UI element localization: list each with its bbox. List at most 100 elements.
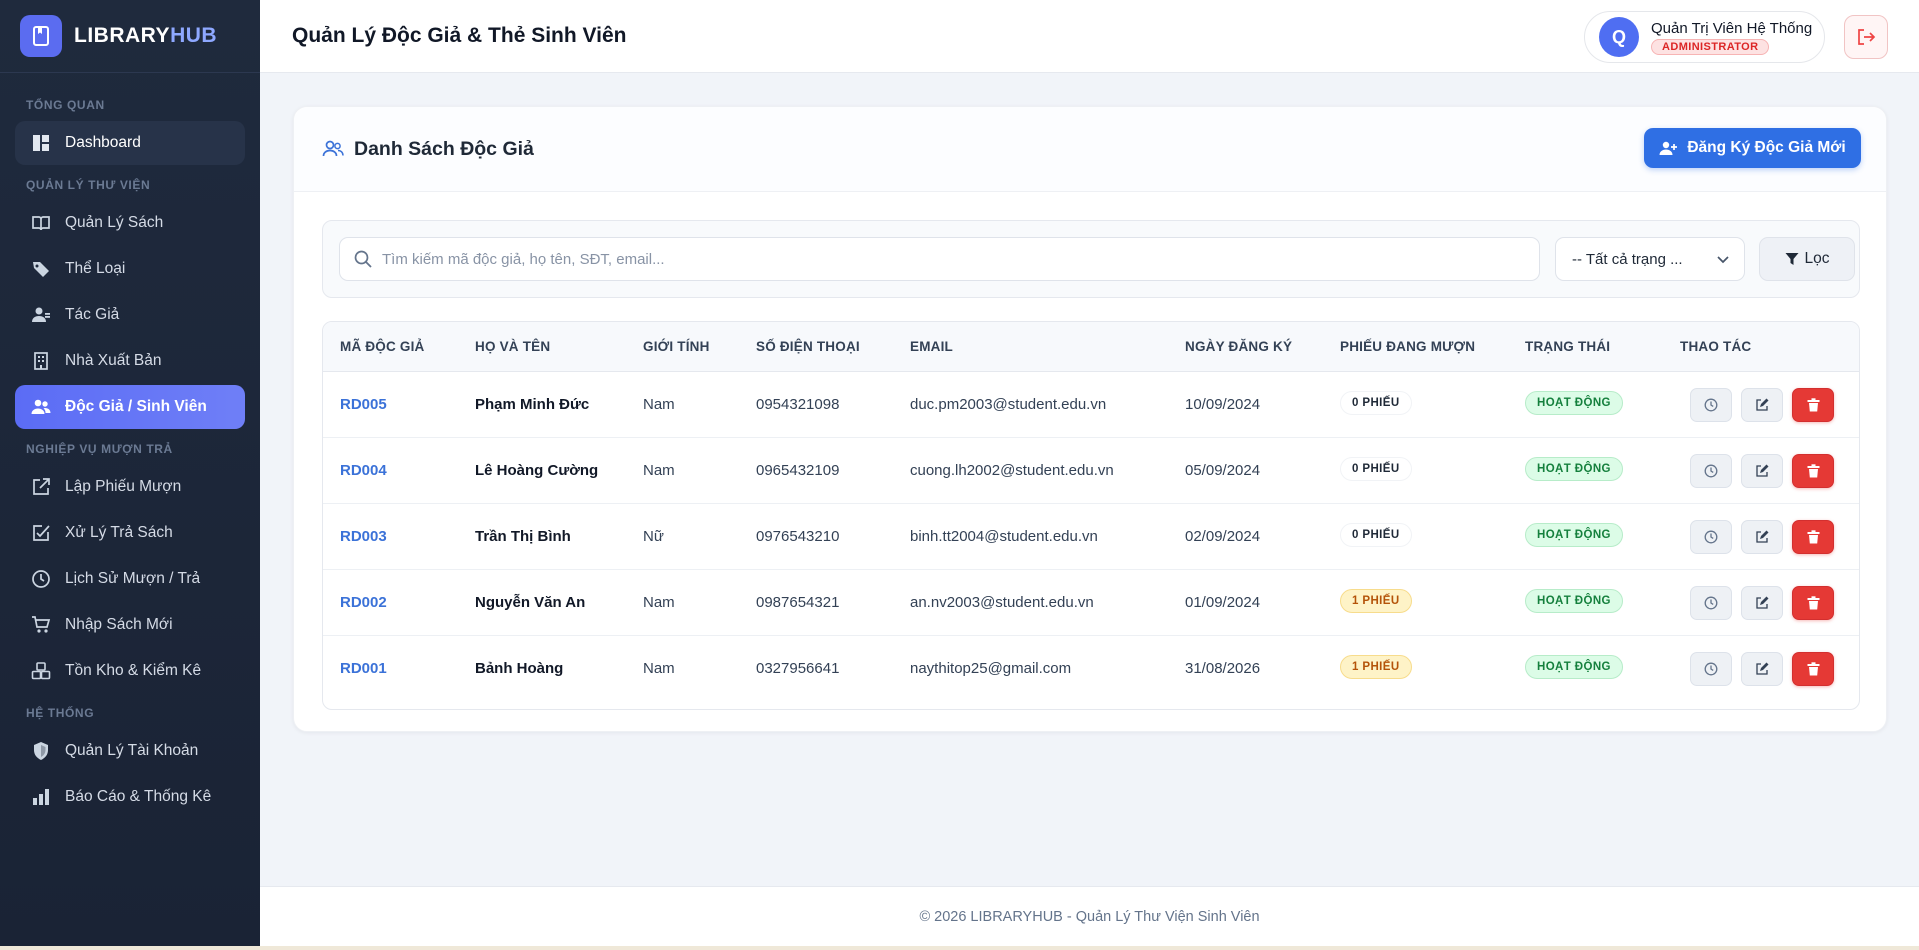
trash-icon	[1807, 398, 1819, 412]
column-header[interactable]: GIỚI TÍNH	[643, 339, 710, 354]
reader-phone: 0965432109	[756, 462, 840, 479]
user-profile[interactable]: Q Quản Trị Viên Hệ Thống ADMINISTRATOR	[1584, 11, 1825, 63]
table-header: MÃ ĐỘC GIẢ HỌ VÀ TÊN GIỚI TÍNH SỐ ĐIỆN T…	[323, 322, 1859, 372]
reader-gender: Nữ	[643, 528, 664, 545]
logout-icon	[1858, 29, 1876, 45]
users-icon	[31, 399, 51, 414]
column-header[interactable]: HỌ VÀ TÊN	[475, 339, 550, 354]
sidebar-item-inventory[interactable]: Tồn Kho & Kiểm Kê	[15, 649, 245, 693]
trash-icon	[1807, 662, 1819, 676]
column-header[interactable]: SỐ ĐIỆN THOẠI	[756, 339, 860, 354]
sidebar-item-label: Lập Phiếu Mượn	[65, 478, 182, 495]
sidebar-item-accounts[interactable]: Quản Lý Tài Khoản	[15, 729, 245, 773]
edit-button[interactable]	[1741, 652, 1783, 686]
edit-button[interactable]	[1741, 520, 1783, 554]
search-input[interactable]	[382, 250, 1482, 268]
user-info: Quản Trị Viên Hệ Thống ADMINISTRATOR	[1651, 20, 1812, 55]
sidebar-item-label: Tác Giả	[65, 306, 120, 323]
history-button[interactable]	[1690, 652, 1732, 686]
user-name: Quản Trị Viên Hệ Thống	[1651, 19, 1813, 37]
sidebar-item-label: Nhà Xuất Bản	[65, 352, 162, 369]
edit-icon	[1756, 596, 1769, 609]
table-row: RD003 Trần Thị Bình Nữ 0976543210 binh.t…	[323, 504, 1859, 570]
reader-gender: Nam	[643, 396, 675, 413]
column-header[interactable]: TRẠNG THÁI	[1525, 339, 1610, 354]
reader-email: naythitop25@gmail.com	[910, 660, 1072, 677]
sidebar-item-returns[interactable]: Xử Lý Trả Sách	[15, 511, 245, 555]
delete-button[interactable]	[1792, 520, 1834, 554]
history-button[interactable]	[1690, 520, 1732, 554]
funnel-icon	[1785, 253, 1798, 265]
sidebar-item-label: Quản Lý Tài Khoản	[65, 742, 199, 759]
sidebar-item-history[interactable]: Lịch Sử Mượn / Trả	[15, 557, 245, 601]
filter-button-label: Lọc	[1804, 250, 1830, 267]
sidebar-item-reports[interactable]: Báo Cáo & Thống Kê	[15, 775, 245, 819]
readers-table: MÃ ĐỘC GIẢ HỌ VÀ TÊN GIỚI TÍNH SỐ ĐIỆN T…	[322, 321, 1860, 710]
loan-count-badge: 0 PHIẾU	[1340, 391, 1412, 415]
edit-button[interactable]	[1741, 388, 1783, 422]
window-bottom-edge	[0, 946, 1919, 950]
reader-registered-date: 31/08/2026	[1185, 660, 1261, 677]
brand[interactable]: LIBRARYHUB	[0, 0, 260, 73]
reader-code-link[interactable]: RD002	[340, 594, 387, 611]
sidebar-item-readers[interactable]: Độc Giả / Sinh Viên	[15, 385, 245, 429]
book-open-icon	[32, 216, 50, 231]
reader-code-link[interactable]: RD004	[340, 462, 387, 479]
sidebar-item-categories[interactable]: Thể Loại	[15, 247, 245, 291]
reader-registered-date: 10/09/2024	[1185, 396, 1261, 413]
column-header[interactable]: PHIẾU ĐANG MƯỢN	[1340, 339, 1475, 354]
reader-name: Trần Thị Bình	[475, 528, 571, 545]
clock-icon	[1704, 662, 1718, 676]
reader-code-link[interactable]: RD003	[340, 528, 387, 545]
sidebar-item-create-loan[interactable]: Lập Phiếu Mượn	[15, 465, 245, 509]
reader-email: duc.pm2003@student.edu.vn	[910, 396, 1107, 413]
sidebar-item-import-books[interactable]: Nhập Sách Mới	[15, 603, 245, 647]
reader-code-link[interactable]: RD005	[340, 396, 387, 413]
reader-gender: Nam	[643, 660, 675, 677]
add-reader-button[interactable]: Đăng Ký Độc Giả Mới	[1644, 128, 1861, 168]
edit-icon	[1756, 530, 1769, 543]
boxes-icon	[31, 662, 51, 680]
reader-phone: 0327956641	[756, 660, 840, 677]
reader-email: an.nv2003@student.edu.vn	[910, 594, 1094, 611]
card-title: Danh Sách Độc Giả	[354, 137, 534, 160]
user-tie-icon	[32, 307, 50, 322]
reader-name: Phạm Minh Đức	[475, 396, 590, 413]
history-button[interactable]	[1690, 586, 1732, 620]
delete-button[interactable]	[1792, 388, 1834, 422]
sidebar-item-dashboard[interactable]: Dashboard	[15, 121, 245, 165]
clock-icon	[32, 570, 50, 588]
column-header[interactable]: EMAIL	[910, 339, 953, 354]
history-button[interactable]	[1690, 388, 1732, 422]
clock-icon	[1704, 464, 1718, 478]
column-header[interactable]: MÃ ĐỘC GIẢ	[340, 339, 425, 354]
edit-button[interactable]	[1741, 586, 1783, 620]
reader-code-link[interactable]: RD001	[340, 660, 387, 677]
footer-copyright: © 2026 LIBRARYHUB - Quản Lý Thư Viện Sin…	[919, 908, 1260, 925]
loan-count-badge: 1 PHIẾU	[1340, 589, 1412, 613]
sidebar-item-publishers[interactable]: Nhà Xuất Bản	[15, 339, 245, 383]
filter-button[interactable]: Lọc	[1759, 237, 1855, 281]
sidebar-item-authors[interactable]: Tác Giả	[15, 293, 245, 337]
tag-icon	[33, 262, 49, 277]
table-row: RD005 Phạm Minh Đức Nam 0954321098 duc.p…	[323, 372, 1859, 438]
column-header[interactable]: NGÀY ĐĂNG KÝ	[1185, 339, 1292, 354]
sidebar-item-label: Dashboard	[65, 134, 141, 151]
loan-count-badge: 1 PHIẾU	[1340, 655, 1412, 679]
nav-section-borrowing: NGHIỆP VỤ MƯỢN TRẢ	[26, 442, 173, 456]
logout-button[interactable]	[1844, 15, 1888, 59]
sidebar-item-books[interactable]: Quản Lý Sách	[15, 201, 245, 245]
search-box[interactable]	[339, 237, 1540, 281]
history-button[interactable]	[1690, 454, 1732, 488]
edit-button[interactable]	[1741, 454, 1783, 488]
clock-icon	[1704, 596, 1718, 610]
delete-button[interactable]	[1792, 586, 1834, 620]
trash-icon	[1807, 530, 1819, 544]
status-select[interactable]: -- Tất cả trạng ...	[1555, 237, 1745, 281]
delete-button[interactable]	[1792, 652, 1834, 686]
trash-icon	[1807, 596, 1819, 610]
delete-button[interactable]	[1792, 454, 1834, 488]
sidebar-item-label: Thể Loại	[65, 260, 126, 277]
user-plus-icon	[1659, 141, 1678, 155]
reader-registered-date: 02/09/2024	[1185, 528, 1261, 545]
